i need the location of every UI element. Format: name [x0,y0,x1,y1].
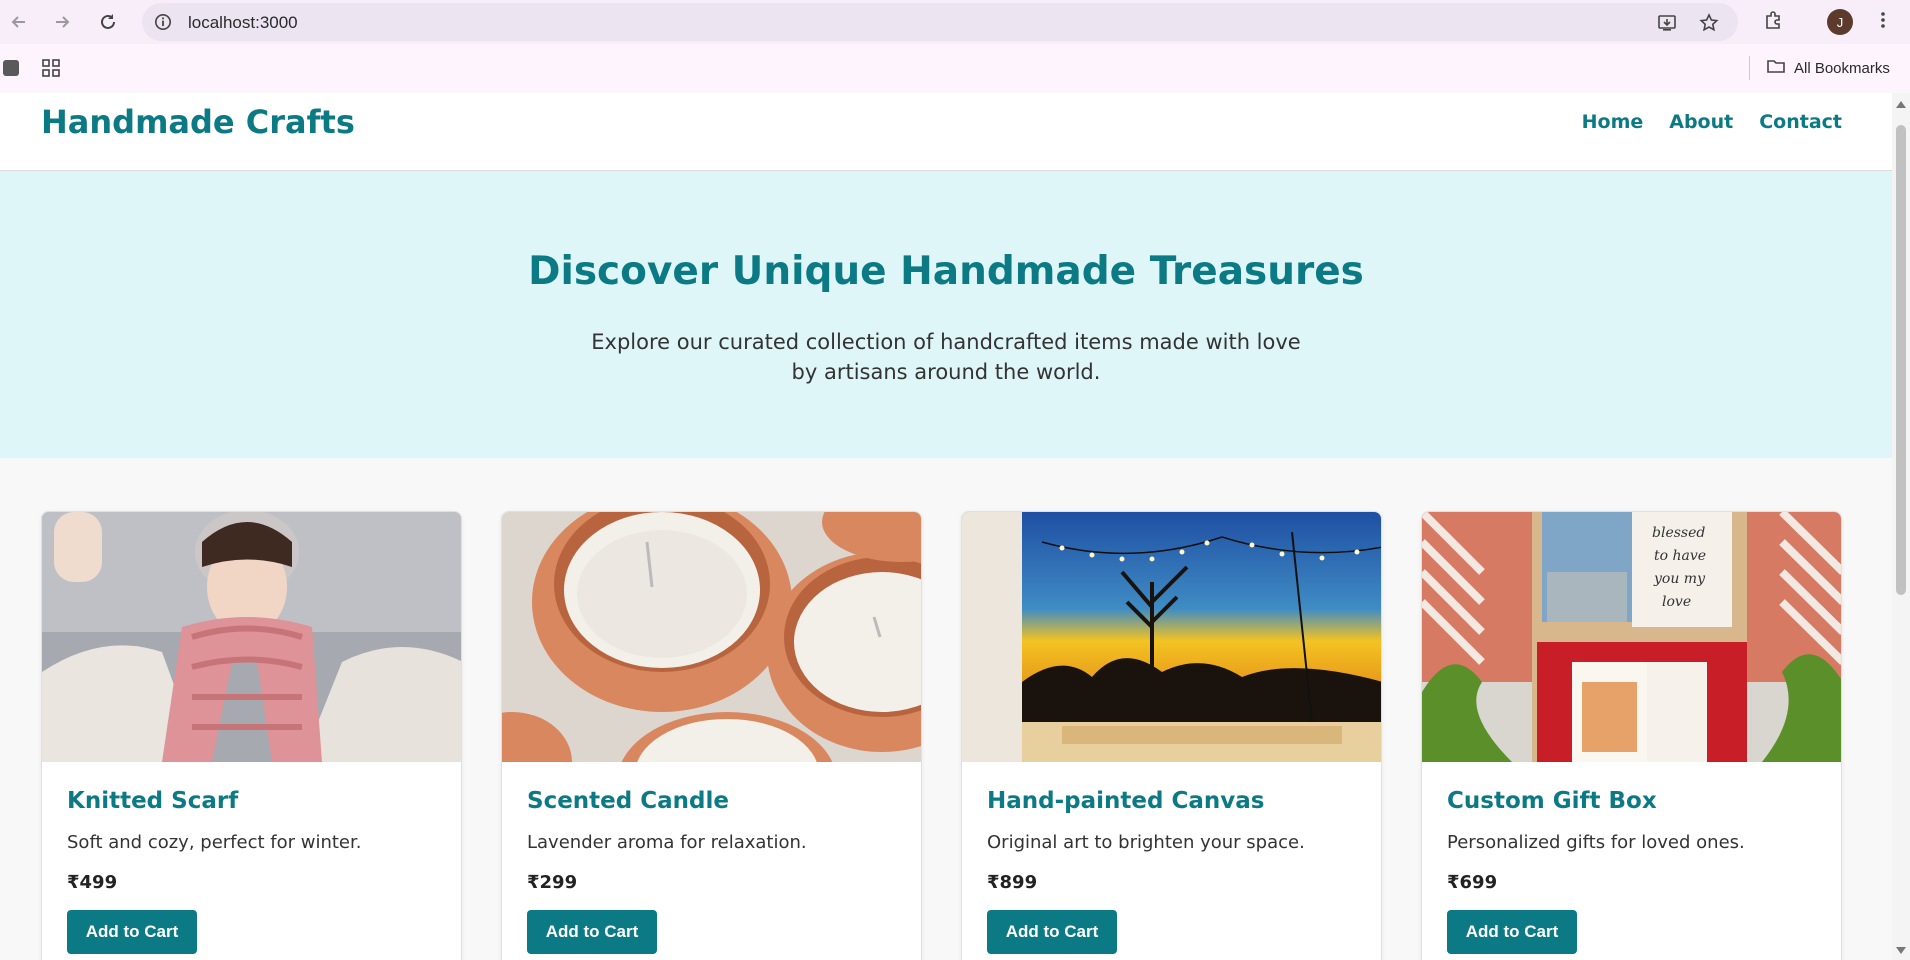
star-icon[interactable] [1698,12,1720,34]
product-price: ₹499 [67,872,118,893]
forward-arrow-icon[interactable] [48,8,76,36]
all-bookmarks-button[interactable]: All Bookmarks [1766,56,1890,80]
scroll-up-arrow-icon[interactable] [1896,101,1906,108]
product-image-candle [502,512,921,762]
product-description: Lavender aroma for relaxation. [527,832,807,853]
site-nav: Home About Contact [1582,111,1842,133]
folder-icon [1766,56,1786,80]
all-bookmarks-label: All Bookmarks [1794,59,1890,77]
product-description: Original art to brighten your space. [987,832,1305,853]
product-card: Hand-painted Canvas Original art to brig… [961,511,1382,960]
address-bar[interactable]: localhost:3000 [142,3,1738,41]
bookmarks-separator [1749,56,1750,80]
add-to-cart-button[interactable]: Add to Cart [67,910,197,954]
product-title[interactable]: Hand-painted Canvas [987,788,1264,814]
product-description: Soft and cozy, perfect for winter. [67,832,362,853]
svg-text:to have: to have [1654,548,1706,564]
add-to-cart-button[interactable]: Add to Cart [987,910,1117,954]
page-viewport: Handmade Crafts Home About Contact Disco… [0,93,1892,960]
svg-text:you my: you my [1653,571,1706,587]
product-card: Scented Candle Lavender aroma for relaxa… [501,511,922,960]
apps-grid-icon[interactable] [41,58,61,78]
kebab-menu-icon[interactable] [1872,9,1894,31]
product-card: Knitted Scarf Soft and cozy, perfect for… [41,511,462,960]
install-app-icon[interactable] [1656,12,1678,34]
url-text: localhost:3000 [188,13,298,32]
product-title[interactable]: Knitted Scarf [67,788,238,814]
scroll-thumb[interactable] [1896,125,1906,595]
product-card: blessed to have you my love Custom Gift … [1421,511,1842,960]
hero-subtitle: Explore our curated collection of handcr… [591,330,1301,384]
page-scrollbar[interactable] [1892,93,1910,960]
product-title[interactable]: Custom Gift Box [1447,788,1657,814]
hero-section: Discover Unique Handmade Treasures Explo… [0,171,1892,458]
site-logo[interactable]: Handmade Crafts [41,103,355,141]
hero-title: Discover Unique Handmade Treasures [528,249,1364,294]
product-title[interactable]: Scented Candle [527,788,729,814]
reload-icon[interactable] [94,8,122,36]
svg-text:blessed: blessed [1652,525,1705,541]
nav-link-contact[interactable]: Contact [1759,111,1842,133]
scroll-down-arrow-icon[interactable] [1896,947,1906,954]
product-description: Personalized gifts for loved ones. [1447,832,1745,853]
bookmarks-bar [0,44,1910,92]
product-price: ₹899 [987,872,1038,893]
product-price: ₹699 [1447,872,1498,893]
browser-toolbar: localhost:3000 J [0,0,1910,44]
tab-search-icon[interactable] [3,60,19,76]
add-to-cart-button[interactable]: Add to Cart [527,910,657,954]
extensions-icon[interactable] [1762,9,1784,31]
svg-text:love: love [1662,594,1691,610]
nav-link-about[interactable]: About [1669,111,1733,133]
profile-avatar[interactable]: J [1827,9,1853,35]
site-header: Handmade Crafts Home About Contact [0,93,1892,171]
product-price: ₹299 [527,872,578,893]
product-image-gift-box: blessed to have you my love [1422,512,1841,762]
back-arrow-icon[interactable] [5,8,33,36]
product-image-canvas [962,512,1381,762]
site-info-icon[interactable] [152,11,174,33]
add-to-cart-button[interactable]: Add to Cart [1447,910,1577,954]
nav-link-home[interactable]: Home [1582,111,1644,133]
product-image-scarf [42,512,461,762]
